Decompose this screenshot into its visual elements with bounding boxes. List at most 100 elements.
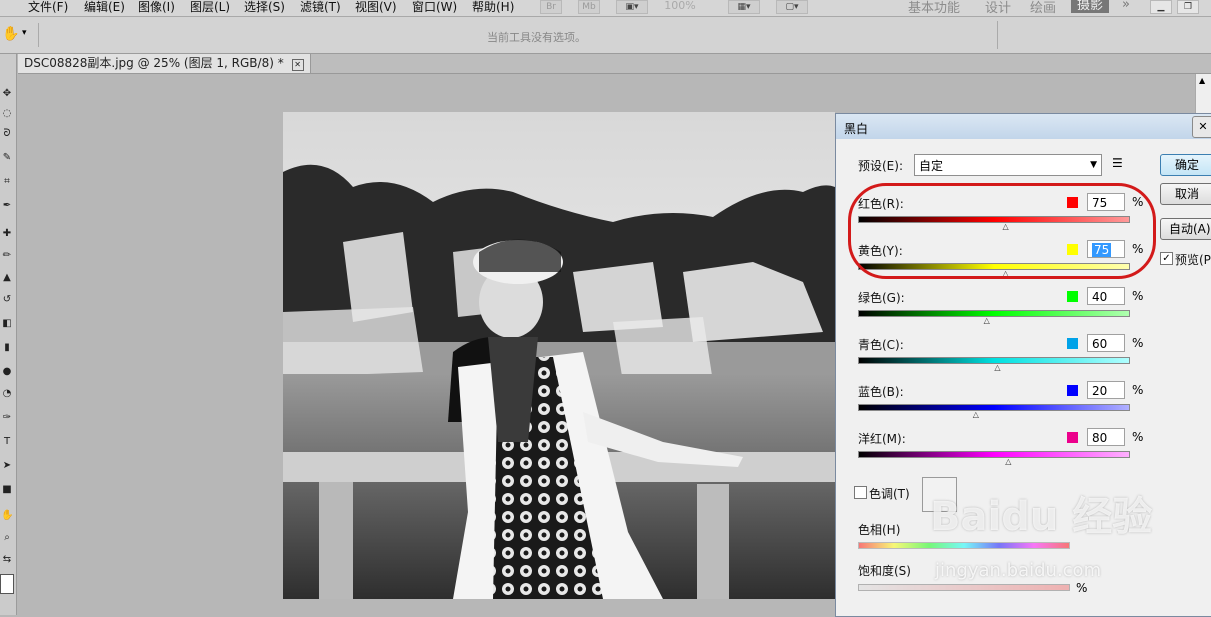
minibridge-button[interactable]: Mb <box>578 0 600 14</box>
blur-tool-icon[interactable]: ● <box>1 366 13 378</box>
view-extras-button[interactable]: ▣▾ <box>616 0 648 14</box>
image-canvas[interactable] <box>283 112 835 599</box>
menu-edit[interactable]: 编辑(E) <box>84 0 125 15</box>
menu-layer[interactable]: 图层(L) <box>190 0 230 15</box>
baidu-jingyan-logo-watermark: Baidu 经验 <box>930 484 1152 542</box>
magenta-slider-thumb[interactable]: △ <box>1005 458 1011 466</box>
lasso-tool-icon[interactable]: ᘐ <box>1 128 13 140</box>
green-color-swatch <box>1067 291 1078 302</box>
yellow-label: 黄色(Y): <box>858 244 903 258</box>
cyan-slider-thumb[interactable]: △ <box>994 364 1000 372</box>
dialog-titlebar[interactable]: 黑白 ✕ <box>836 114 1211 139</box>
yellow-value-input[interactable]: 75 <box>1087 240 1125 258</box>
tool-preset-dropdown-icon[interactable]: ▾ <box>22 28 27 38</box>
history-brush-tool-icon[interactable]: ↺ <box>1 294 13 306</box>
close-document-icon[interactable]: ✕ <box>291 59 304 71</box>
saturation-label: 饱和度(S) <box>858 564 911 578</box>
gradient-tool-icon[interactable]: ▮ <box>1 342 13 354</box>
tint-checkbox[interactable] <box>854 486 867 499</box>
eraser-tool-icon[interactable]: ◧ <box>1 318 13 330</box>
menu-view[interactable]: 视图(V) <box>355 0 397 15</box>
red-value-input[interactable]: 75 <box>1087 193 1125 211</box>
blue-color-swatch <box>1067 385 1078 396</box>
menu-bar: 文件(F) 编辑(E) 图像(I) 图层(L) 选择(S) 滤镜(T) 视图(V… <box>0 0 1211 17</box>
type-tool-icon[interactable]: T <box>1 436 13 448</box>
saturation-percent-sign: % <box>1076 581 1088 595</box>
blue-slider-track[interactable] <box>858 404 1130 411</box>
preview-checkbox[interactable]: ✓ <box>1160 252 1173 265</box>
magenta-slider-track[interactable] <box>858 451 1130 458</box>
magenta-percent-sign: % <box>1132 430 1144 444</box>
green-slider-track[interactable] <box>858 310 1130 317</box>
background-color-swatch[interactable] <box>0 574 14 594</box>
hand-tool-side-icon[interactable]: ✋ <box>1 510 13 522</box>
crop-tool-icon[interactable]: ⌗ <box>1 176 13 188</box>
options-divider-right <box>997 21 998 49</box>
zoom-level[interactable]: 100% <box>658 0 702 12</box>
blue-value-text: 20 <box>1092 384 1108 398</box>
blue-value-input[interactable]: 20 <box>1087 381 1125 399</box>
dialog-title: 黑白 <box>844 122 869 136</box>
saturation-slider[interactable] <box>858 584 1070 591</box>
cyan-color-swatch <box>1067 338 1078 349</box>
green-slider-thumb[interactable]: △ <box>984 317 990 325</box>
cyan-percent-sign: % <box>1132 336 1144 350</box>
bridge-button[interactable]: Br <box>540 0 562 14</box>
marquee-tool-icon[interactable]: ◌ <box>1 108 13 120</box>
menu-help[interactable]: 帮助(H) <box>472 0 514 15</box>
menu-image[interactable]: 图像(I) <box>138 0 175 15</box>
red-percent-sign: % <box>1132 195 1144 209</box>
menu-select[interactable]: 选择(S) <box>244 0 285 15</box>
document-tab[interactable]: DSC08828副本.jpg @ 25% (图层 1, RGB/8) * ✕ <box>18 54 311 73</box>
workspace-design[interactable]: 设计 <box>985 0 1011 16</box>
workspace-more-icon[interactable]: » <box>1122 0 1130 12</box>
workspace-essentials[interactable]: 基本功能 <box>908 0 960 16</box>
dodge-tool-icon[interactable]: ◔ <box>1 388 13 400</box>
workspace-painting[interactable]: 绘画 <box>1030 0 1056 16</box>
green-label: 绿色(G): <box>858 291 905 305</box>
shape-tool-icon[interactable]: ■ <box>1 484 13 496</box>
workspace-photography[interactable]: 摄影 <box>1071 0 1110 13</box>
options-bar: ✋ ▾ 当前工具没有选项。 <box>0 17 1211 54</box>
watermark-logo-text: Baidu 经验 <box>930 494 1153 540</box>
preset-select[interactable]: 自定 ▼ <box>914 154 1102 176</box>
menu-filter[interactable]: 滤镜(T) <box>300 0 341 15</box>
cyan-value-input[interactable]: 60 <box>1087 334 1125 352</box>
ok-button[interactable]: 确定 <box>1160 154 1211 176</box>
restore-window-button[interactable]: ❐ <box>1177 0 1199 14</box>
healing-tool-icon[interactable]: ✚ <box>1 228 13 240</box>
magenta-value-input[interactable]: 80 <box>1087 428 1125 446</box>
cancel-button[interactable]: 取消 <box>1160 183 1211 205</box>
blue-slider-thumb[interactable]: △ <box>973 411 979 419</box>
menu-window[interactable]: 窗口(W) <box>412 0 457 15</box>
preset-options-icon[interactable]: ☰ <box>1112 156 1123 170</box>
brush-tool-icon[interactable]: ✏ <box>1 250 13 262</box>
minimize-window-button[interactable]: ▁ <box>1150 0 1172 14</box>
quick-select-tool-icon[interactable]: ✎ <box>1 152 13 164</box>
blue-percent-sign: % <box>1132 383 1144 397</box>
pen-tool-icon[interactable]: ✑ <box>1 412 13 424</box>
yellow-slider-track[interactable] <box>858 263 1130 270</box>
watermark-url: jingyan.baidu.com <box>935 560 1102 581</box>
swap-colors-icon[interactable]: ⇆ <box>1 554 13 566</box>
hand-tool-icon[interactable]: ✋ <box>2 26 19 42</box>
preview-label: 预览(P) <box>1175 253 1211 267</box>
hue-slider[interactable] <box>858 542 1070 549</box>
move-tool-icon[interactable]: ✥ <box>1 88 13 100</box>
clone-stamp-tool-icon[interactable]: ▲ <box>1 272 13 284</box>
preset-label: 预设(E): <box>858 159 903 173</box>
dialog-close-icon[interactable]: ✕ <box>1192 116 1211 138</box>
auto-button[interactable]: 自动(A) <box>1160 218 1211 240</box>
red-slider-thumb[interactable]: △ <box>1003 223 1009 231</box>
red-slider-track[interactable] <box>858 216 1130 223</box>
arrange-documents-button[interactable]: ▦▾ <box>728 0 760 14</box>
scroll-up-icon[interactable]: ▲ <box>1199 76 1205 85</box>
eyedropper-tool-icon[interactable]: ✒ <box>1 200 13 212</box>
green-value-input[interactable]: 40 <box>1087 287 1125 305</box>
screen-mode-button[interactable]: ▢▾ <box>776 0 808 14</box>
menu-file[interactable]: 文件(F) <box>28 0 68 15</box>
path-select-tool-icon[interactable]: ➤ <box>1 460 13 472</box>
cyan-label: 青色(C): <box>858 338 904 352</box>
yellow-slider-thumb[interactable]: △ <box>1003 270 1009 278</box>
zoom-tool-icon[interactable]: ⌕ <box>1 532 13 544</box>
